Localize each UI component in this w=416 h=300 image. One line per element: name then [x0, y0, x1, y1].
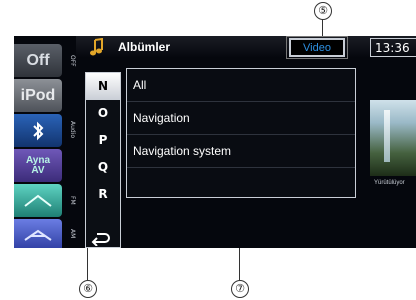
head-unit-screen: Off OFF iPod Audio Ayna AV FM AM Albümle… [14, 36, 416, 248]
source-off-label: Off [26, 51, 50, 69]
source-am-button[interactable] [14, 219, 62, 248]
bluetooth-icon [33, 121, 44, 140]
source-bluetooth-button[interactable] [14, 114, 62, 147]
callout-list: ⑦ [231, 280, 249, 298]
index-letter-o[interactable]: O [86, 100, 120, 127]
radio-grid-icon [24, 229, 52, 241]
list-item-all[interactable]: All [127, 69, 355, 102]
index-letter-p[interactable]: P [86, 127, 120, 154]
index-letter-q[interactable]: Q [86, 154, 120, 181]
source-ayna-av-button[interactable]: Ayna AV [14, 149, 62, 182]
source-audio-tag: Audio [69, 121, 76, 139]
index-letter-n[interactable]: N [86, 73, 120, 100]
album-art[interactable] [370, 100, 416, 176]
source-off-tag: OFF [69, 54, 76, 67]
music-note-icon [90, 38, 103, 56]
source-fm-button[interactable] [14, 184, 62, 217]
source-ipod-label: iPod [20, 86, 56, 104]
now-playing-text: Yürütülüyor [374, 180, 405, 186]
source-am-tag: AM [69, 228, 76, 239]
page-title: Albümler [118, 40, 171, 54]
callout-video: ⑤ [314, 2, 332, 20]
index-letter-r[interactable]: R [86, 181, 120, 208]
source-ipod-button[interactable]: iPod [14, 79, 62, 112]
video-highlight-frame [286, 36, 348, 59]
source-fm-tag: FM [69, 196, 76, 205]
list-item-navigation[interactable]: Navigation [127, 102, 355, 135]
callout-letters: ⑥ [79, 280, 97, 298]
source-ayna-av-label: Ayna AV [25, 154, 51, 176]
alphabet-index: N O P Q R [85, 72, 121, 248]
radio-waves-icon [24, 194, 52, 207]
clock: 13:36 [370, 38, 416, 57]
clock-text: 13:36 [375, 41, 410, 55]
album-list: All Navigation Navigation system [126, 68, 356, 198]
pointer-video [322, 19, 323, 36]
back-icon[interactable] [91, 231, 111, 246]
pointer-letters [87, 246, 88, 280]
list-item-navigation-system[interactable]: Navigation system [127, 135, 355, 168]
source-off-button[interactable]: Off [14, 44, 62, 77]
